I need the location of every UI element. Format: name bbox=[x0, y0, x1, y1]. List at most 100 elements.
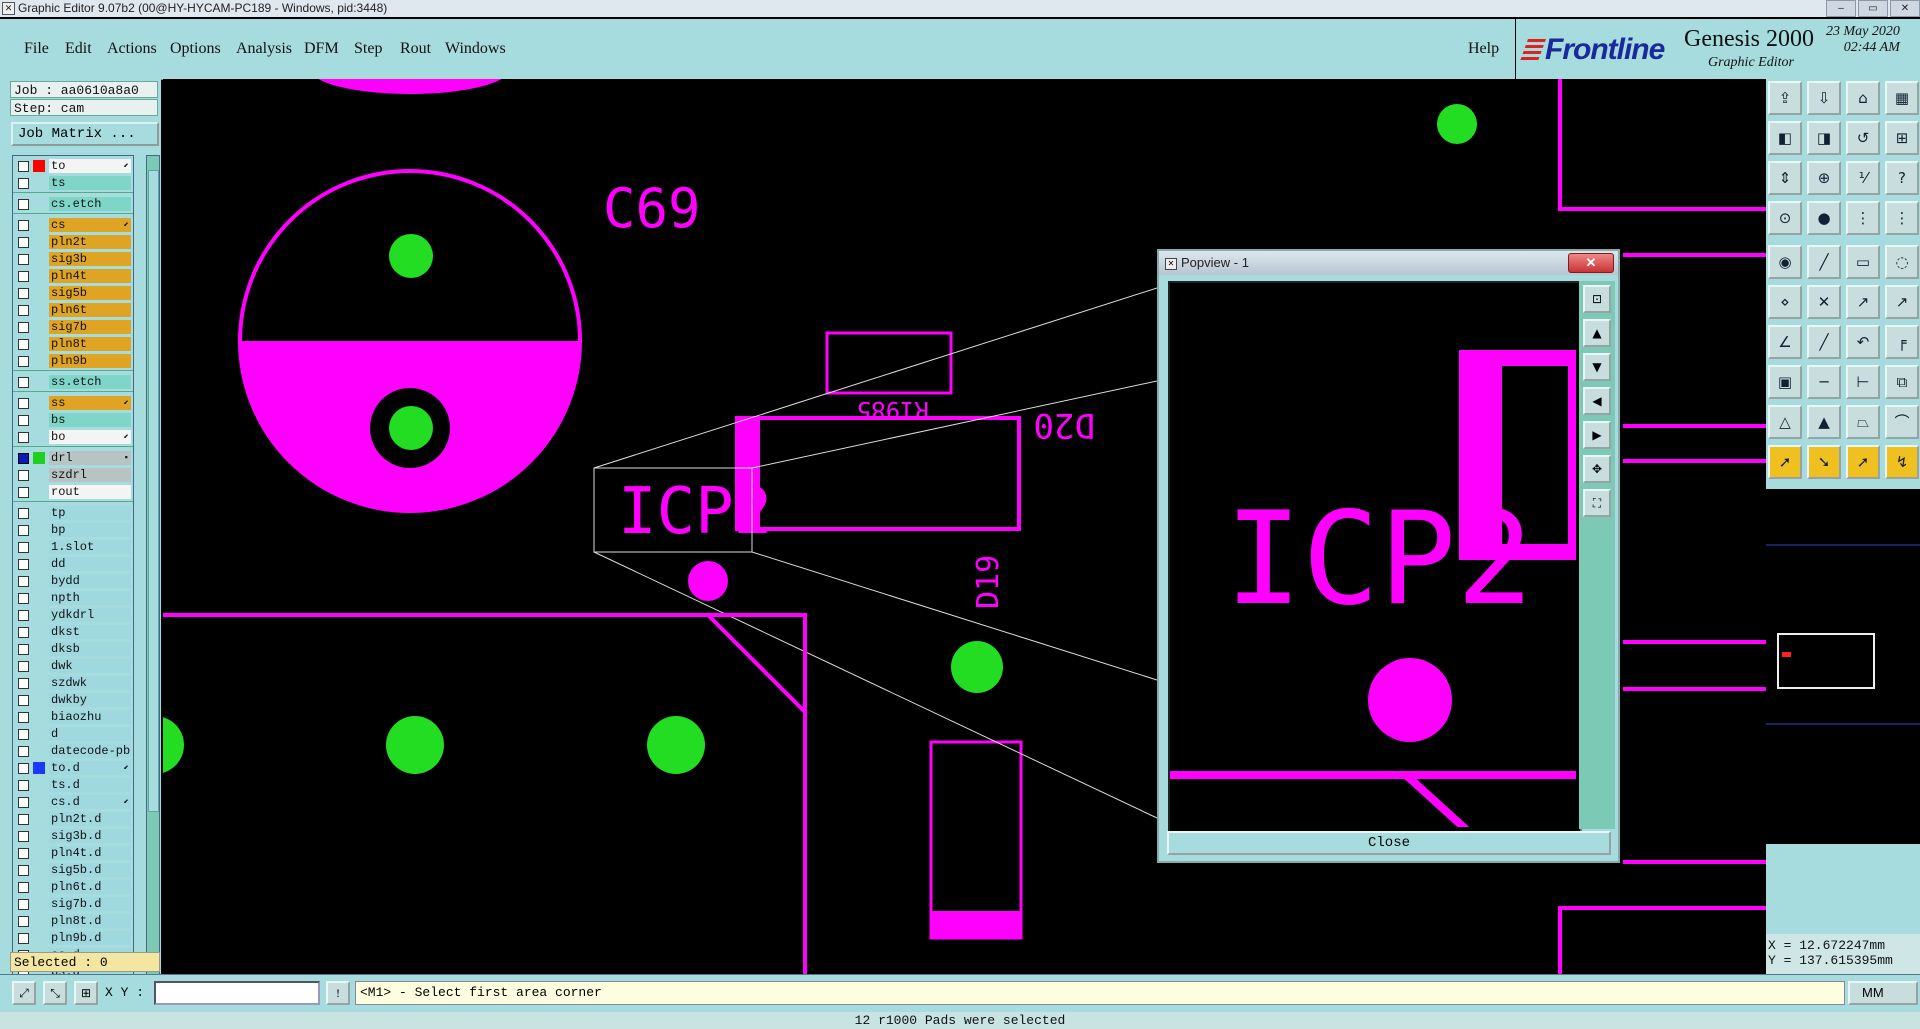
layer-name[interactable]: pln6t bbox=[49, 303, 131, 317]
home-icon[interactable]: ⌂ bbox=[1846, 81, 1880, 115]
popview-window[interactable]: ✕ Popview - 1 ✕ ICP2 ⊡ ▲ ▼ ◀ ▶ ✥ ⛶ Close bbox=[1157, 249, 1620, 863]
angle-icon[interactable]: ∠ bbox=[1768, 325, 1802, 359]
layer-checkbox[interactable] bbox=[18, 322, 29, 333]
layer-checkbox[interactable] bbox=[18, 415, 29, 426]
layer-name[interactable]: bo ⬋ bbox=[49, 430, 131, 444]
layer-row[interactable]: pln9b bbox=[13, 353, 133, 369]
popview-right-icon[interactable]: ▶ bbox=[1583, 421, 1611, 449]
layer-name[interactable]: cs ⬋ bbox=[49, 218, 131, 232]
zoom-out-icon[interactable]: ⊕ bbox=[1807, 161, 1841, 195]
layer-name[interactable]: bydd bbox=[49, 574, 131, 588]
layer-row[interactable]: sig7b bbox=[13, 319, 133, 335]
pan-left-icon[interactable]: ◧ bbox=[1768, 121, 1802, 155]
circle-icon[interactable]: ◌ bbox=[1885, 245, 1919, 279]
layer-checkbox[interactable] bbox=[18, 487, 29, 498]
layer-row[interactable]: szdwk bbox=[13, 675, 133, 691]
layer-row[interactable]: d bbox=[13, 726, 133, 742]
move-icon[interactable]: ↗ bbox=[1846, 285, 1880, 319]
layer-name[interactable]: pln2t.d bbox=[49, 812, 131, 826]
layer-row[interactable]: dwk bbox=[13, 658, 133, 674]
layer-name[interactable]: to.d ⬋ bbox=[49, 761, 131, 775]
layer-row[interactable]: to.d ⬋ bbox=[13, 760, 133, 776]
popview-title-bar[interactable]: ✕ Popview - 1 ✕ bbox=[1159, 251, 1618, 275]
layer-name[interactable]: npth bbox=[49, 591, 131, 605]
layer-row[interactable]: pln4t bbox=[13, 268, 133, 284]
layer-row[interactable]: ts.d bbox=[13, 777, 133, 793]
layer-name[interactable]: sig5b bbox=[49, 286, 131, 300]
layer-row[interactable]: pln8t bbox=[13, 336, 133, 352]
layer-checkbox[interactable] bbox=[18, 220, 29, 231]
measure-mode-icon[interactable]: ⤡ bbox=[43, 981, 67, 1005]
layer-row[interactable]: dkst bbox=[13, 624, 133, 640]
layer-checkbox[interactable] bbox=[18, 288, 29, 299]
snap-mode-icon[interactable]: ⤢ bbox=[12, 981, 36, 1005]
load-icon[interactable]: ⇩ bbox=[1807, 81, 1841, 115]
layer-row[interactable]: bs bbox=[13, 412, 133, 428]
pad-icon[interactable]: ◉ bbox=[1768, 245, 1802, 279]
layer-checkbox[interactable] bbox=[18, 933, 29, 944]
layer-row[interactable]: sig3b.d bbox=[13, 828, 133, 844]
overview-map[interactable] bbox=[1766, 489, 1920, 844]
layer-name[interactable]: pln8t.d bbox=[49, 914, 131, 928]
trapezoid-icon[interactable]: ⏢ bbox=[1846, 405, 1880, 439]
layer-checkbox[interactable] bbox=[18, 470, 29, 481]
cross-icon[interactable]: ✕ bbox=[1807, 285, 1841, 319]
layer-checkbox[interactable] bbox=[18, 377, 29, 388]
layer-checkbox[interactable] bbox=[18, 916, 29, 927]
layer-name[interactable]: datecode-pbe bbox=[49, 744, 131, 758]
layer-row[interactable]: bydd bbox=[13, 573, 133, 589]
popview-close-icon[interactable]: ✕ bbox=[1568, 253, 1614, 273]
layer-row[interactable]: sig7b.d bbox=[13, 896, 133, 912]
layer-checkbox[interactable] bbox=[18, 763, 29, 774]
app-icon[interactable]: ✕ bbox=[2, 2, 15, 15]
layer-row[interactable]: ydkdrl bbox=[13, 607, 133, 623]
layer-checkbox[interactable] bbox=[18, 814, 29, 825]
layer-checkbox[interactable] bbox=[18, 712, 29, 723]
layer-color-swatch[interactable] bbox=[33, 762, 45, 774]
layer-row[interactable]: cs.d ⬋ bbox=[13, 794, 133, 810]
layer-row[interactable]: dwkby bbox=[13, 692, 133, 708]
layer-checkbox[interactable] bbox=[18, 305, 29, 316]
scrollbar-thumb[interactable] bbox=[148, 170, 159, 812]
zoom-back-icon[interactable]: ↺ bbox=[1846, 121, 1880, 155]
layer-checkbox[interactable] bbox=[18, 254, 29, 265]
layer-checkbox[interactable] bbox=[18, 432, 29, 443]
layer-name[interactable]: rout bbox=[49, 485, 131, 499]
arc-icon[interactable]: ↶ bbox=[1846, 325, 1880, 359]
layer-checkbox[interactable] bbox=[18, 661, 29, 672]
layer-checkbox[interactable] bbox=[18, 848, 29, 859]
popview-left-icon[interactable]: ◀ bbox=[1583, 387, 1611, 415]
layer-row[interactable]: sig3b bbox=[13, 251, 133, 267]
layer-row[interactable]: pln4t.d bbox=[13, 845, 133, 861]
layer-checkbox[interactable] bbox=[18, 695, 29, 706]
layer-row[interactable]: cs ⬋ bbox=[13, 217, 133, 233]
layer-list-scrollbar[interactable] bbox=[146, 155, 160, 1029]
ruler-icon[interactable]: ▭ bbox=[1846, 245, 1880, 279]
layer-row[interactable]: tp bbox=[13, 505, 133, 521]
layer-name[interactable]: tp bbox=[49, 506, 131, 520]
layer-row[interactable]: biaozhu bbox=[13, 709, 133, 725]
layer-name[interactable]: d bbox=[49, 727, 131, 741]
layer-checkbox[interactable] bbox=[18, 199, 29, 210]
layer-name[interactable]: cs.etch bbox=[49, 197, 131, 211]
grid-icon[interactable]: ▦ bbox=[1885, 81, 1919, 115]
layer-checkbox[interactable] bbox=[18, 453, 29, 464]
layer-row[interactable]: szdrl bbox=[13, 467, 133, 483]
info-icon[interactable]: ! bbox=[326, 981, 350, 1005]
popview-up-icon[interactable]: ▲ bbox=[1583, 319, 1611, 347]
layer-checkbox[interactable] bbox=[18, 831, 29, 842]
measure-icon[interactable]: ⊢ bbox=[1846, 365, 1880, 399]
layer-name[interactable]: dwkby bbox=[49, 693, 131, 707]
xy-input[interactable] bbox=[154, 981, 320, 1005]
layer-name[interactable]: cs.d ⬋ bbox=[49, 795, 131, 809]
close-window-button[interactable]: ✕ bbox=[1890, 0, 1920, 17]
layer-checkbox[interactable] bbox=[18, 161, 29, 172]
arrow-icon[interactable]: ↗ bbox=[1885, 285, 1919, 319]
pan-right-icon[interactable]: ◨ bbox=[1807, 121, 1841, 155]
menu-file[interactable]: File bbox=[24, 40, 49, 58]
layer-name[interactable]: dwk bbox=[49, 659, 131, 673]
layer-row[interactable]: pln8t.d bbox=[13, 913, 133, 929]
layer-row[interactable]: rout bbox=[13, 484, 133, 500]
save-icon[interactable]: ⇪ bbox=[1768, 81, 1802, 115]
layer-name[interactable]: sig7b bbox=[49, 320, 131, 334]
